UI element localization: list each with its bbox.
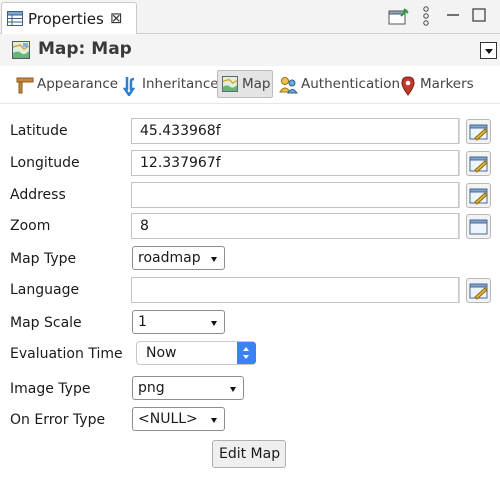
tab-label: Map — [242, 76, 271, 92]
map-type-value: roadmap — [138, 250, 201, 266]
address-expression-button[interactable] — [466, 183, 491, 208]
zoom-value: 8 — [140, 218, 149, 234]
address-field[interactable] — [131, 182, 459, 208]
inheritance-icon — [123, 77, 136, 96]
tab-label: Inheritance — [142, 76, 219, 92]
stepper-icon — [237, 342, 256, 364]
on-error-type-label: On Error Type — [10, 412, 106, 428]
field-divider — [459, 213, 460, 239]
field-divider — [459, 150, 460, 176]
map-type-row: Map Type roadmap — [0, 246, 500, 274]
image-type-label: Image Type — [10, 381, 91, 397]
map-icon — [222, 76, 238, 92]
properties-view-tab[interactable]: Properties ⊠ — [1, 2, 137, 34]
evaluation-time-combo[interactable]: Now — [136, 341, 256, 365]
view-menu-icon[interactable] — [422, 6, 430, 26]
tab-label: Authentication — [301, 76, 401, 92]
longitude-field[interactable]: 12.337967f — [131, 150, 459, 176]
expression-editor-icon — [469, 283, 488, 300]
address-row: Address — [0, 182, 500, 210]
language-expression-button[interactable] — [466, 278, 491, 303]
image-type-value: png — [138, 380, 165, 396]
map-icon — [12, 41, 30, 59]
view-tab-title: Properties — [28, 10, 104, 28]
markers-icon — [401, 76, 415, 96]
zoom-field[interactable]: 8 — [131, 213, 459, 239]
properties-title-bar: Map: Map — [0, 34, 500, 66]
properties-table-icon — [7, 11, 23, 26]
longitude-expression-button[interactable] — [466, 151, 491, 176]
chevron-down-icon — [485, 49, 493, 54]
maximize-icon[interactable] — [472, 8, 486, 22]
pin-view-icon[interactable] — [388, 7, 410, 27]
language-field[interactable] — [131, 277, 459, 303]
latitude-field[interactable]: 45.433968f — [131, 118, 459, 144]
zoom-label: Zoom — [10, 218, 51, 234]
language-label: Language — [10, 282, 80, 298]
expression-editor-icon — [469, 124, 488, 141]
tab-appearance[interactable]: Appearance — [16, 71, 118, 98]
expression-editor-icon — [469, 156, 488, 173]
chevron-down-icon — [211, 418, 217, 423]
latitude-label: Latitude — [10, 123, 68, 139]
on-error-type-select[interactable]: <NULL> — [132, 407, 225, 431]
authentication-icon — [279, 77, 298, 94]
latitude-row: Latitude 45.433968f — [0, 118, 500, 146]
address-label: Address — [10, 187, 66, 203]
map-type-label: Map Type — [10, 251, 77, 267]
zoom-row: Zoom 8 — [0, 213, 500, 241]
map-type-select[interactable]: roadmap — [132, 246, 225, 270]
close-icon[interactable]: ⊠ — [110, 9, 123, 27]
tab-markers[interactable]: Markers — [400, 71, 476, 98]
view-tab-bar: Properties ⊠ — [0, 0, 500, 34]
map-scale-value: 1 — [138, 314, 147, 330]
expression-editor-icon — [469, 219, 488, 235]
minimize-icon[interactable] — [446, 8, 460, 22]
appearance-icon — [16, 77, 34, 94]
evaluation-time-value: Now — [146, 345, 177, 361]
tab-map[interactable]: Map — [217, 70, 273, 98]
chevron-down-icon — [211, 321, 217, 326]
tab-label: Appearance — [37, 76, 119, 92]
edit-map-label: Edit Map — [219, 446, 281, 462]
page-title: Map: Map — [38, 39, 132, 59]
title-dropdown-button[interactable] — [480, 42, 497, 59]
tab-authentication[interactable]: Authentication — [279, 71, 400, 98]
latitude-expression-button[interactable] — [466, 119, 491, 144]
map-scale-label: Map Scale — [10, 315, 82, 331]
edit-map-button[interactable]: Edit Map — [212, 440, 286, 468]
on-error-type-value: <NULL> — [138, 411, 198, 427]
expression-editor-icon — [469, 188, 488, 205]
image-type-row: Image Type png — [0, 376, 500, 404]
evaluation-time-label: Evaluation Time — [10, 346, 123, 362]
map-scale-select[interactable]: 1 — [132, 310, 225, 334]
section-tab-row: Appearance Inheritance Map Authenticatio… — [0, 66, 500, 104]
longitude-row: Longitude 12.337967f — [0, 150, 500, 178]
field-divider — [459, 277, 460, 303]
zoom-expression-button[interactable] — [466, 214, 491, 239]
latitude-value: 45.433968f — [140, 123, 221, 139]
field-divider — [459, 118, 460, 144]
language-row: Language — [0, 277, 500, 305]
tab-label: Markers — [420, 76, 474, 92]
on-error-type-row: On Error Type <NULL> — [0, 407, 500, 435]
longitude-label: Longitude — [10, 155, 80, 171]
map-scale-row: Map Scale 1 — [0, 310, 500, 338]
chevron-down-icon — [230, 387, 236, 392]
image-type-select[interactable]: png — [132, 376, 244, 400]
chevron-down-icon — [211, 257, 217, 262]
longitude-value: 12.337967f — [140, 155, 221, 171]
tab-inheritance[interactable]: Inheritance — [123, 71, 219, 98]
field-divider — [459, 182, 460, 208]
evaluation-time-row: Evaluation Time Now — [0, 341, 500, 369]
